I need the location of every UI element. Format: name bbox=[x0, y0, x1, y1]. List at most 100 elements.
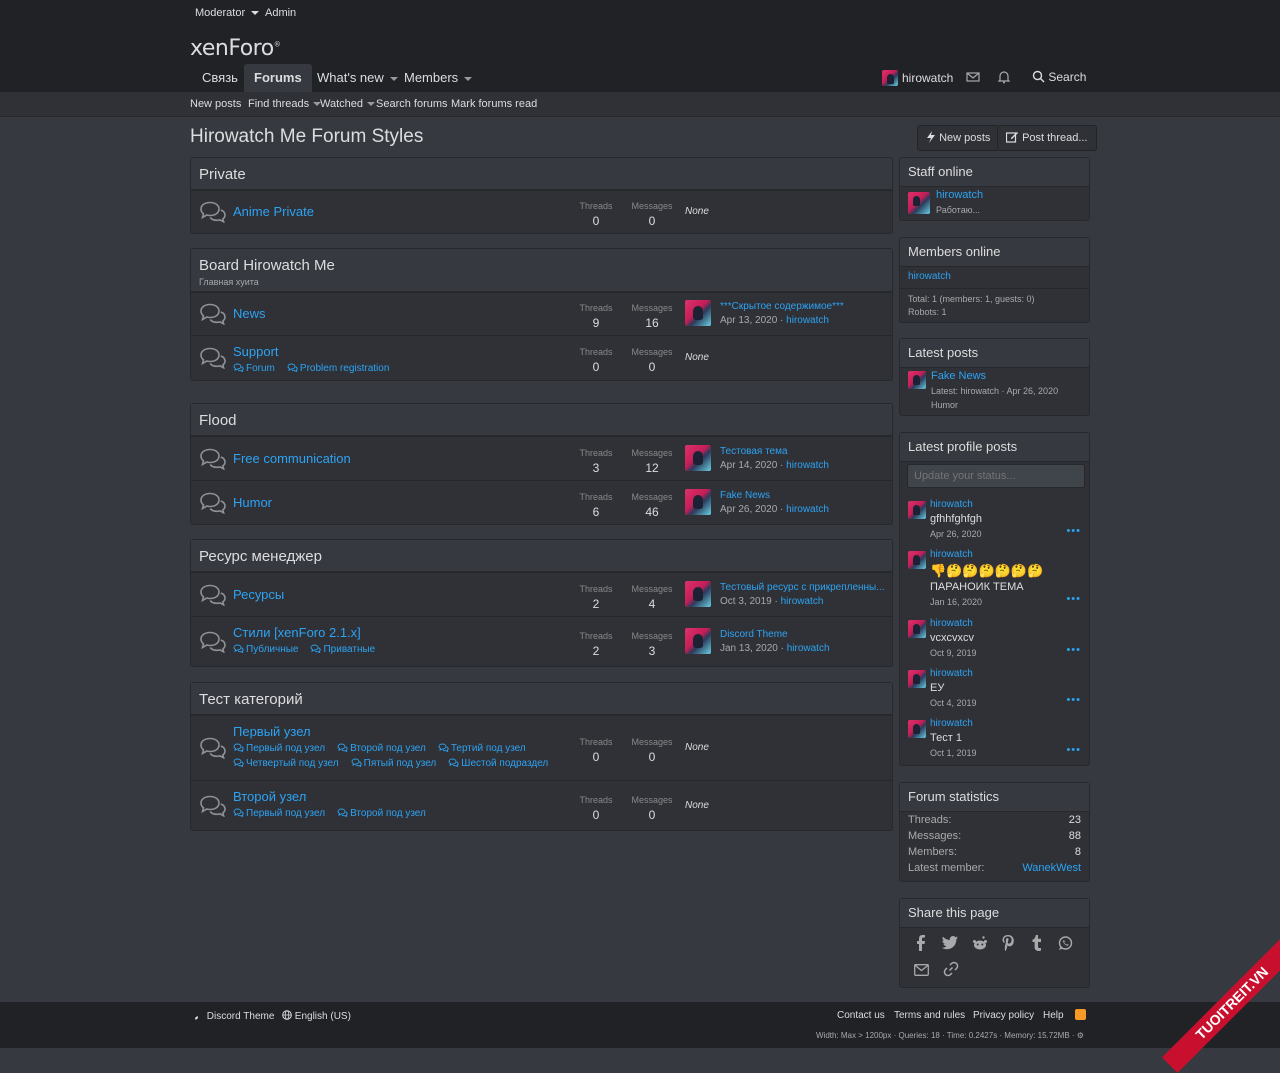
subforum-link[interactable]: Первый под узел bbox=[233, 808, 325, 819]
twitter-icon[interactable] bbox=[942, 936, 958, 954]
category-title[interactable]: Тест категорий bbox=[199, 691, 303, 708]
subnav-mark-read[interactable]: Mark forums read bbox=[451, 98, 537, 110]
subforum-link[interactable]: Второй под узел bbox=[337, 808, 426, 819]
subforum-link[interactable]: Пятый под узел bbox=[351, 758, 436, 769]
avatar[interactable] bbox=[908, 620, 926, 638]
footer-help-link[interactable]: Help bbox=[1043, 1010, 1064, 1021]
forum-title[interactable]: Support bbox=[233, 344, 279, 359]
avatar[interactable] bbox=[908, 371, 926, 389]
tab-members[interactable]: Members bbox=[394, 64, 482, 92]
footer-contact-link[interactable]: Contact us bbox=[837, 1010, 885, 1021]
profile-post-user[interactable]: hirowatch bbox=[930, 668, 973, 679]
profile-post-date[interactable]: Jan 16, 2020 bbox=[930, 597, 982, 607]
link-icon[interactable] bbox=[943, 961, 959, 981]
language-chooser[interactable]: English (US) bbox=[282, 1010, 351, 1022]
profile-post-date[interactable]: Oct 4, 2019 bbox=[930, 698, 977, 708]
forum-title[interactable]: Второй узел bbox=[233, 789, 306, 804]
avatar[interactable] bbox=[685, 300, 711, 326]
last-post-user[interactable]: hirowatch bbox=[786, 315, 829, 326]
search-button[interactable]: Search bbox=[1032, 70, 1086, 84]
avatar[interactable] bbox=[685, 628, 711, 654]
profile-post-date[interactable]: Oct 9, 2019 bbox=[930, 648, 977, 658]
style-chooser[interactable]: Discord Theme bbox=[194, 1010, 274, 1022]
last-post-title[interactable]: Discord Theme bbox=[720, 629, 788, 640]
status-input[interactable] bbox=[907, 464, 1085, 488]
last-post-title[interactable]: Тестовый ресурс с прикрепленны... bbox=[720, 582, 885, 593]
user-avatar[interactable] bbox=[882, 70, 898, 86]
last-post-user[interactable]: hirowatch bbox=[787, 643, 830, 654]
avatar[interactable] bbox=[908, 670, 926, 688]
more-options-icon[interactable]: ••• bbox=[1066, 525, 1081, 537]
inbox-icon[interactable] bbox=[966, 70, 980, 87]
subforum-link[interactable]: Второй под узел bbox=[337, 743, 426, 754]
avatar[interactable] bbox=[685, 581, 711, 607]
facebook-icon[interactable] bbox=[916, 935, 926, 955]
last-post-date[interactable]: Oct 3, 2019 bbox=[720, 596, 772, 607]
forum-title[interactable]: Anime Private bbox=[233, 204, 314, 219]
email-icon[interactable] bbox=[914, 963, 929, 980]
last-post-date[interactable]: Apr 14, 2020 bbox=[720, 460, 777, 471]
category-title[interactable]: Board Hirowatch Me bbox=[199, 257, 335, 274]
avatar[interactable] bbox=[685, 489, 711, 515]
last-post-user[interactable]: hirowatch bbox=[786, 460, 829, 471]
profile-post-user[interactable]: hirowatch bbox=[930, 718, 973, 729]
subforum-link[interactable]: Приватные bbox=[310, 644, 375, 655]
category-title[interactable]: Flood bbox=[199, 412, 237, 429]
latest-post-forum[interactable]: Humor bbox=[931, 400, 958, 410]
subforum-link[interactable]: Forum bbox=[233, 363, 275, 374]
forum-title[interactable]: Humor bbox=[233, 495, 272, 510]
admin-link[interactable]: Admin bbox=[265, 7, 296, 19]
forum-title[interactable]: Free communication bbox=[233, 451, 351, 466]
profile-post-date[interactable]: Oct 1, 2019 bbox=[930, 748, 977, 758]
subforum-link[interactable]: Четвертый под узел bbox=[233, 758, 339, 769]
subnav-find-threads[interactable]: Find threads bbox=[248, 98, 322, 110]
tab-forums[interactable]: Forums bbox=[244, 64, 312, 92]
latest-post-thread[interactable]: Fake News bbox=[931, 370, 986, 382]
last-post-title[interactable]: Тестовая тема bbox=[720, 446, 788, 457]
profile-post-user[interactable]: hirowatch bbox=[930, 549, 973, 560]
subforum-link[interactable]: Тертий под узел bbox=[438, 743, 526, 754]
post-thread-button[interactable]: Post thread... bbox=[997, 125, 1097, 151]
last-post-date[interactable]: Apr 26, 2020 bbox=[720, 504, 777, 515]
tab-svyaz[interactable]: Связь bbox=[192, 64, 248, 92]
last-post-user[interactable]: hirowatch bbox=[781, 596, 824, 607]
rss-icon[interactable] bbox=[1075, 1009, 1086, 1020]
category-title[interactable]: Ресурс менеджер bbox=[199, 548, 322, 565]
online-user[interactable]: hirowatch bbox=[908, 271, 951, 282]
last-post-user[interactable]: hirowatch bbox=[786, 504, 829, 515]
whatsapp-icon[interactable] bbox=[1058, 936, 1073, 955]
pinterest-icon[interactable] bbox=[1002, 935, 1014, 955]
more-options-icon[interactable]: ••• bbox=[1066, 593, 1081, 605]
tab-whats-new[interactable]: What's new bbox=[307, 64, 408, 92]
subforum-link[interactable]: Публичные bbox=[233, 644, 298, 655]
forum-title[interactable]: Стили [xenForo 2.1.x] bbox=[233, 625, 361, 640]
last-post-date[interactable]: Apr 13, 2020 bbox=[720, 315, 777, 326]
moderator-menu[interactable]: Moderator bbox=[195, 7, 260, 19]
profile-post-user[interactable]: hirowatch bbox=[930, 499, 973, 510]
staff-user[interactable]: hirowatch bbox=[936, 189, 983, 201]
footer-privacy-link[interactable]: Privacy policy bbox=[973, 1010, 1034, 1021]
avatar[interactable] bbox=[685, 445, 711, 471]
more-options-icon[interactable]: ••• bbox=[1066, 644, 1081, 656]
forum-title[interactable]: News bbox=[233, 306, 266, 321]
reddit-icon[interactable] bbox=[972, 936, 988, 954]
avatar[interactable] bbox=[908, 192, 930, 214]
avatar[interactable] bbox=[908, 551, 926, 569]
last-post-date[interactable]: Jan 13, 2020 bbox=[720, 643, 778, 654]
new-posts-button[interactable]: New posts bbox=[917, 125, 1000, 151]
profile-post-user[interactable]: hirowatch bbox=[930, 618, 973, 629]
footer-terms-link[interactable]: Terms and rules bbox=[894, 1010, 965, 1021]
subforum-link[interactable]: Шестой подраздел bbox=[448, 758, 548, 769]
subforum-link[interactable]: Problem registration bbox=[287, 363, 389, 374]
avatar[interactable] bbox=[908, 501, 926, 519]
bell-icon[interactable] bbox=[997, 70, 1011, 87]
subnav-new-posts[interactable]: New posts bbox=[190, 98, 241, 110]
more-options-icon[interactable]: ••• bbox=[1066, 744, 1081, 756]
forum-title[interactable]: Ресурсы bbox=[233, 587, 284, 602]
avatar[interactable] bbox=[908, 720, 926, 738]
forum-title[interactable]: Первый узел bbox=[233, 724, 311, 739]
last-post-title[interactable]: ***Скрытое содержимое*** bbox=[720, 301, 844, 312]
subnav-watched[interactable]: Watched bbox=[320, 98, 376, 110]
subforum-link[interactable]: Первый под узел bbox=[233, 743, 325, 754]
profile-post-date[interactable]: Apr 26, 2020 bbox=[930, 529, 982, 539]
